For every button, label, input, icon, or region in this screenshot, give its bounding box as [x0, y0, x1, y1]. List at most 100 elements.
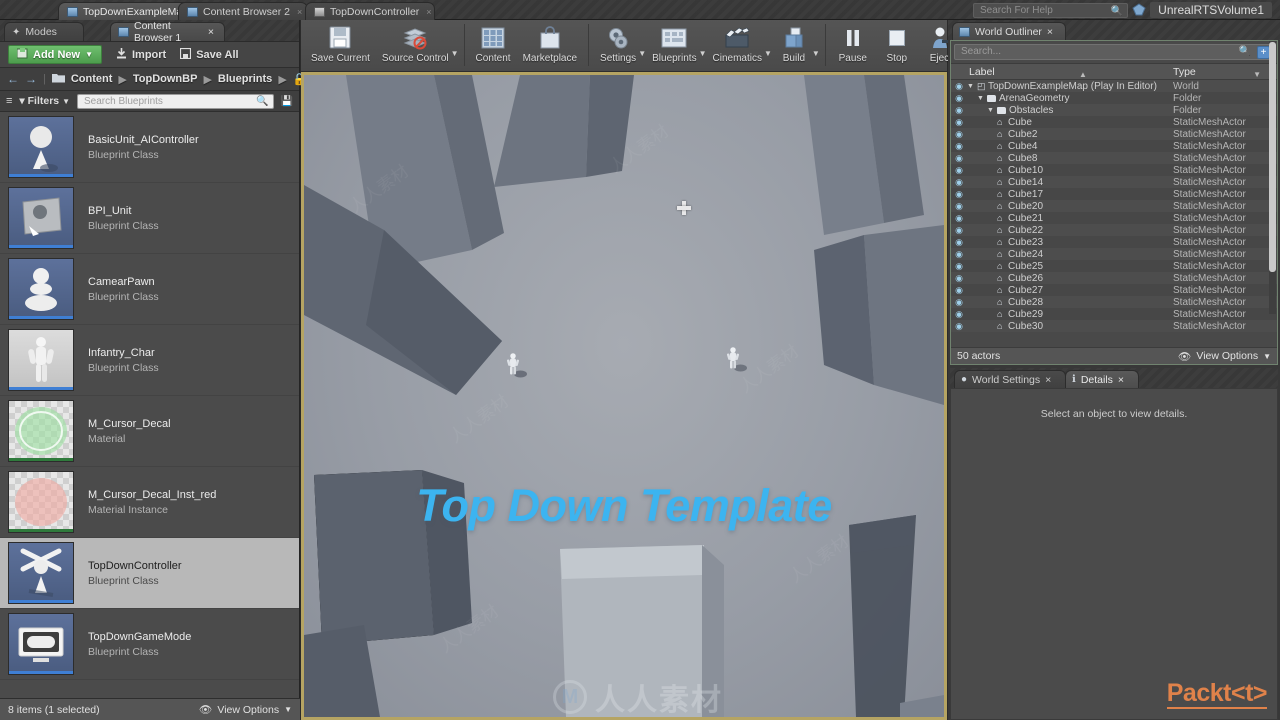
- table-row[interactable]: ◉ ⌂ Cube4 StaticMeshActor: [951, 140, 1277, 152]
- settings-button[interactable]: Settings: [594, 22, 642, 64]
- list-item[interactable]: TopDownGameMode Blueprint Class: [0, 609, 299, 680]
- tab-content-browser-1[interactable]: Content Browser 1 ×: [110, 20, 225, 44]
- table-row[interactable]: ◉ ⌂ Cube20 StaticMeshActor: [951, 200, 1277, 212]
- view-options-button[interactable]: 👁 View Options ▼: [1178, 350, 1271, 363]
- visibility-eye-icon[interactable]: ◉: [951, 177, 967, 188]
- expand-arrow-icon[interactable]: ▼: [977, 95, 984, 102]
- close-icon[interactable]: ×: [1047, 26, 1053, 38]
- visibility-eye-icon[interactable]: ◉: [951, 321, 967, 332]
- chevron-down-icon[interactable]: ▼: [1253, 70, 1261, 79]
- table-row[interactable]: ◉ ⌂ Cube21 StaticMeshActor: [951, 212, 1277, 224]
- column-header-label[interactable]: Label ▲: [951, 66, 1173, 79]
- visibility-eye-icon[interactable]: ◉: [951, 81, 967, 92]
- column-header-type[interactable]: Type ▼: [1173, 66, 1277, 79]
- close-icon[interactable]: ×: [1045, 374, 1051, 386]
- list-item[interactable]: BPI_Unit Blueprint Class: [0, 183, 299, 254]
- world-outliner-scrollbar[interactable]: [1269, 41, 1276, 314]
- visibility-eye-icon[interactable]: ◉: [951, 189, 967, 200]
- build-button[interactable]: Build: [772, 22, 816, 64]
- close-icon[interactable]: ×: [1118, 374, 1124, 386]
- save-current-button[interactable]: Save Current: [305, 22, 376, 64]
- expand-arrow-icon[interactable]: ▼: [967, 83, 974, 90]
- table-row[interactable]: ◉ ⌂ Cube24 StaticMeshActor: [951, 248, 1277, 260]
- breadcrumb-topdownbp[interactable]: TopDownBP: [133, 73, 198, 85]
- table-row[interactable]: ◉ ⌂ Cube23 StaticMeshActor: [951, 236, 1277, 248]
- enemy-pawn[interactable]: [724, 341, 750, 381]
- visibility-eye-icon[interactable]: ◉: [951, 273, 967, 284]
- close-icon[interactable]: ×: [297, 7, 302, 17]
- chevron-down-icon[interactable]: ▼: [451, 49, 459, 58]
- tab-world-outliner[interactable]: World Outliner ×: [952, 22, 1067, 40]
- table-row[interactable]: ◉ ⌂ Cube25 StaticMeshActor: [951, 260, 1277, 272]
- source-control-button[interactable]: Source Control: [376, 22, 455, 64]
- visibility-eye-icon[interactable]: ◉: [951, 285, 967, 296]
- sources-toggle-icon[interactable]: ≡: [6, 95, 12, 107]
- visibility-eye-icon[interactable]: ◉: [951, 129, 967, 140]
- chevron-down-icon[interactable]: ▼: [764, 49, 772, 58]
- tab-modes[interactable]: ✦ Modes: [4, 22, 84, 41]
- level-viewport[interactable]: Top Down Template 人人素材 人人素材 人人素材 人人素材 人人…: [301, 72, 947, 720]
- visibility-eye-icon[interactable]: ◉: [951, 105, 967, 116]
- tab-details[interactable]: ℹ Details ×: [1065, 370, 1140, 388]
- tab-world-settings[interactable]: ● World Settings ×: [954, 370, 1067, 388]
- viewport-scene[interactable]: Top Down Template 人人素材 人人素材 人人素材 人人素材 人人…: [304, 75, 944, 717]
- visibility-eye-icon[interactable]: ◉: [951, 237, 967, 248]
- close-icon[interactable]: ×: [208, 26, 214, 38]
- visibility-eye-icon[interactable]: ◉: [951, 201, 967, 212]
- table-row[interactable]: ◉ ⌂ Cube30 StaticMeshActor: [951, 320, 1277, 332]
- search-help-input[interactable]: Search For Help 🔍: [973, 3, 1128, 18]
- asset-list[interactable]: BasicUnit_AIController Blueprint Class B…: [0, 112, 299, 698]
- list-item[interactable]: CamearPawn Blueprint Class: [0, 254, 299, 325]
- pause-button[interactable]: Pause: [831, 22, 875, 64]
- chevron-down-icon[interactable]: ▼: [638, 49, 646, 58]
- global-tab-content-browser-2[interactable]: Content Browser 2 ×: [178, 2, 308, 20]
- breadcrumb-blueprints[interactable]: Blueprints: [218, 73, 272, 85]
- visibility-eye-icon[interactable]: ◉: [951, 117, 967, 128]
- list-item[interactable]: BasicUnit_AIController Blueprint Class: [0, 112, 299, 183]
- visibility-eye-icon[interactable]: ◉: [951, 93, 967, 104]
- table-row[interactable]: ◉ ⌂ Cube26 StaticMeshActor: [951, 272, 1277, 284]
- visibility-eye-icon[interactable]: ◉: [951, 309, 967, 320]
- list-item[interactable]: M_Cursor_Decal Material: [0, 396, 299, 467]
- search-blueprints-input[interactable]: Search Blueprints 🔍: [76, 93, 274, 109]
- visibility-eye-icon[interactable]: ◉: [951, 261, 967, 272]
- visibility-eye-icon[interactable]: ◉: [951, 297, 967, 308]
- blueprints-button[interactable]: Blueprints: [646, 22, 702, 64]
- table-row[interactable]: ◉ ⌂ Cube17 StaticMeshActor: [951, 188, 1277, 200]
- cinematics-button[interactable]: Cinematics: [707, 22, 768, 64]
- view-options-button[interactable]: 👁 View Options ▼: [199, 703, 292, 717]
- visibility-eye-icon[interactable]: ◉: [951, 213, 967, 224]
- table-row[interactable]: ◉ ⌂ Cube2 StaticMeshActor: [951, 128, 1277, 140]
- chevron-down-icon[interactable]: ▼: [699, 49, 707, 58]
- close-icon[interactable]: ×: [426, 7, 431, 17]
- table-row[interactable]: ◉ ▼ ArenaGeometry Folder: [951, 92, 1277, 104]
- visibility-eye-icon[interactable]: ◉: [951, 225, 967, 236]
- table-row[interactable]: ◉ ⌂ Cube22 StaticMeshActor: [951, 224, 1277, 236]
- world-outliner-list[interactable]: ◉ ▼ ◰ TopDownExampleMap (Play In Editor) Wor…: [951, 80, 1277, 353]
- table-row[interactable]: ◉ ⌂ Cube StaticMeshActor: [951, 116, 1277, 128]
- table-row[interactable]: ◉ ▼ ◰ TopDownExampleMap (Play In Editor) Wor…: [951, 80, 1277, 92]
- save-all-button[interactable]: Save All: [180, 47, 239, 62]
- table-row[interactable]: ◉ ⌂ Cube28 StaticMeshActor: [951, 296, 1277, 308]
- marketplace-button[interactable]: Marketplace: [517, 22, 583, 64]
- scrollbar-thumb[interactable]: [1269, 42, 1276, 272]
- save-search-icon[interactable]: 💾: [281, 96, 293, 107]
- forward-button[interactable]: →: [25, 72, 37, 86]
- chevron-down-icon[interactable]: ▼: [812, 49, 820, 58]
- visibility-eye-icon[interactable]: ◉: [951, 153, 967, 164]
- list-item[interactable]: M_Cursor_Decal_Inst_red Material Instanc…: [0, 467, 299, 538]
- table-row[interactable]: ◉ ⌂ Cube27 StaticMeshActor: [951, 284, 1277, 296]
- filters-button[interactable]: ▾ Filters ▼: [19, 95, 70, 107]
- visibility-eye-icon[interactable]: ◉: [951, 249, 967, 260]
- back-button[interactable]: ←: [7, 72, 19, 86]
- import-button[interactable]: Import: [116, 47, 166, 62]
- stop-button[interactable]: Stop: [875, 22, 919, 64]
- list-item[interactable]: TopDownController Blueprint Class: [0, 538, 299, 609]
- table-row[interactable]: ◉ ⌂ Cube10 StaticMeshActor: [951, 164, 1277, 176]
- player-pawn[interactable]: [504, 347, 530, 387]
- expand-arrow-icon[interactable]: ▼: [987, 107, 994, 114]
- breadcrumb-content[interactable]: Content: [71, 73, 113, 85]
- table-row[interactable]: ◉ ⌂ Cube29 StaticMeshActor: [951, 308, 1277, 320]
- global-tab-topdowncontroller[interactable]: TopDownController ×: [305, 2, 435, 20]
- table-row[interactable]: ◉ ⌂ Cube14 StaticMeshActor: [951, 176, 1277, 188]
